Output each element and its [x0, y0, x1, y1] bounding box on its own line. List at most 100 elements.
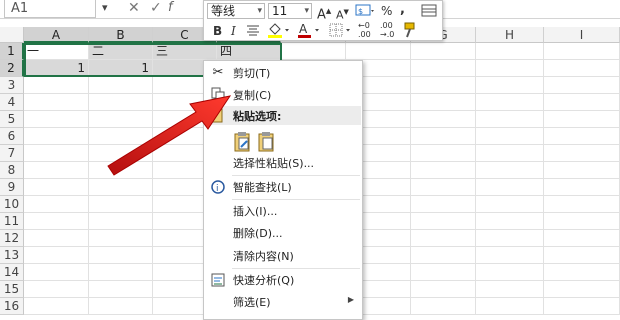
row-header-1[interactable]: 1	[0, 43, 24, 60]
grid-cell[interactable]	[544, 213, 620, 230]
grid-cell[interactable]	[89, 230, 153, 247]
cell-b1[interactable]: 二	[89, 43, 153, 60]
cancel-entry-icon[interactable]: ✕	[128, 0, 140, 16]
grid-cell[interactable]	[89, 162, 153, 179]
grid-cell[interactable]	[544, 247, 620, 264]
grid-cell[interactable]	[544, 77, 620, 94]
grid-cell[interactable]	[24, 162, 89, 179]
grid-cell[interactable]	[544, 145, 620, 162]
font-size-select[interactable]: 11 ▾	[268, 3, 312, 19]
grid-cell[interactable]	[544, 111, 620, 128]
grid-cell[interactable]	[411, 213, 476, 230]
confirm-entry-icon[interactable]: ✓	[150, 0, 162, 16]
menu-item-cut[interactable]: ✂ 剪切(T)	[204, 62, 362, 84]
column-header-i[interactable]: I	[544, 27, 620, 43]
grid-cell[interactable]	[411, 77, 476, 94]
grid-cell[interactable]	[24, 264, 89, 281]
increase-decimal-button[interactable]: ←0.00	[358, 21, 371, 39]
select-all-corner[interactable]	[0, 27, 24, 43]
grid-cell[interactable]	[476, 179, 544, 196]
align-center-button[interactable]	[246, 22, 260, 42]
cell-b2[interactable]: 1	[89, 60, 153, 77]
grid-cell[interactable]	[24, 179, 89, 196]
row-header-8[interactable]: 8	[0, 162, 24, 179]
grid-cell[interactable]	[89, 298, 153, 315]
menu-item-filter[interactable]: 筛选(E) ▶	[204, 291, 362, 313]
menu-item-smart-lookup[interactable]: i 智能查找(L)	[204, 176, 362, 198]
grid-cell[interactable]	[476, 162, 544, 179]
font-name-select[interactable]: 等线 ▾	[207, 3, 265, 19]
row-header-15[interactable]: 15	[0, 281, 24, 298]
grid-cell[interactable]	[411, 60, 476, 77]
row-header-4[interactable]: 4	[0, 94, 24, 111]
grid-cell[interactable]	[89, 111, 153, 128]
grid-cell[interactable]	[411, 230, 476, 247]
grid-cell[interactable]	[544, 60, 620, 77]
name-box[interactable]: A1	[4, 0, 96, 18]
grid-cell[interactable]	[24, 230, 89, 247]
menu-item-delete[interactable]: 删除(D)...	[204, 222, 362, 244]
row-header-16[interactable]: 16	[0, 298, 24, 315]
menu-item-quick-analysis[interactable]: 快速分析(Q)	[204, 269, 362, 291]
grid-cell[interactable]	[411, 298, 476, 315]
grid-cell[interactable]	[544, 128, 620, 145]
grid-cell[interactable]	[89, 196, 153, 213]
grid-cell[interactable]	[476, 128, 544, 145]
grid-cell[interactable]	[476, 298, 544, 315]
grid-cell[interactable]	[476, 281, 544, 298]
grid-cell[interactable]	[411, 128, 476, 145]
grid-cell[interactable]	[544, 196, 620, 213]
insert-function-icon[interactable]: f	[168, 0, 173, 16]
grid-cell[interactable]	[89, 94, 153, 111]
grid-cell[interactable]	[544, 264, 620, 281]
grid-cell[interactable]	[411, 145, 476, 162]
name-box-dropdown-icon[interactable]: ▾	[102, 0, 108, 16]
paste-icon[interactable]	[234, 131, 251, 152]
grid-cell[interactable]	[476, 230, 544, 247]
column-header-a[interactable]: A	[24, 27, 89, 43]
grid-cell[interactable]	[411, 247, 476, 264]
row-header-10[interactable]: 10	[0, 196, 24, 213]
column-header-h[interactable]: H	[476, 27, 544, 43]
cell-a1[interactable]: 一	[24, 43, 89, 60]
grid-cell[interactable]	[544, 230, 620, 247]
grid-cell[interactable]	[544, 298, 620, 315]
grid-cell[interactable]	[24, 213, 89, 230]
grid-cell[interactable]	[544, 43, 620, 60]
grid-cell[interactable]	[476, 60, 544, 77]
percent-style-button[interactable]: %	[381, 3, 392, 19]
grid-cell[interactable]	[281, 43, 346, 60]
grid-cell[interactable]	[24, 247, 89, 264]
grid-cell[interactable]	[476, 145, 544, 162]
cell-d1[interactable]: 四	[217, 43, 281, 60]
grid-cell[interactable]	[89, 213, 153, 230]
row-header-3[interactable]: 3	[0, 77, 24, 94]
row-header-6[interactable]: 6	[0, 128, 24, 145]
grid-cell[interactable]	[476, 43, 544, 60]
grid-cell[interactable]	[24, 94, 89, 111]
grid-cell[interactable]	[411, 111, 476, 128]
grid-cell[interactable]	[89, 145, 153, 162]
row-header-2[interactable]: 2	[0, 60, 24, 77]
grid-cell[interactable]	[476, 111, 544, 128]
format-painter-table-button[interactable]	[420, 2, 438, 22]
grid-cell[interactable]	[411, 43, 476, 60]
grid-cell[interactable]	[24, 111, 89, 128]
grid-cell[interactable]	[89, 179, 153, 196]
row-header-13[interactable]: 13	[0, 247, 24, 264]
grid-cell[interactable]	[411, 281, 476, 298]
number-format-button[interactable]: $	[355, 2, 375, 23]
comma-style-button[interactable]: ,	[400, 2, 405, 18]
grid-cell[interactable]	[89, 77, 153, 94]
grid-cell[interactable]	[411, 264, 476, 281]
grid-cell[interactable]	[24, 77, 89, 94]
row-header-12[interactable]: 12	[0, 230, 24, 247]
bold-button[interactable]: B	[213, 23, 222, 39]
grid-cell[interactable]	[24, 281, 89, 298]
grid-cell[interactable]	[24, 196, 89, 213]
font-color-button[interactable]: A	[296, 21, 322, 43]
fill-color-button[interactable]	[266, 21, 292, 43]
grid-cell[interactable]	[89, 247, 153, 264]
menu-item-clear-contents[interactable]: 清除内容(N)	[204, 245, 362, 267]
grid-cell[interactable]	[411, 162, 476, 179]
